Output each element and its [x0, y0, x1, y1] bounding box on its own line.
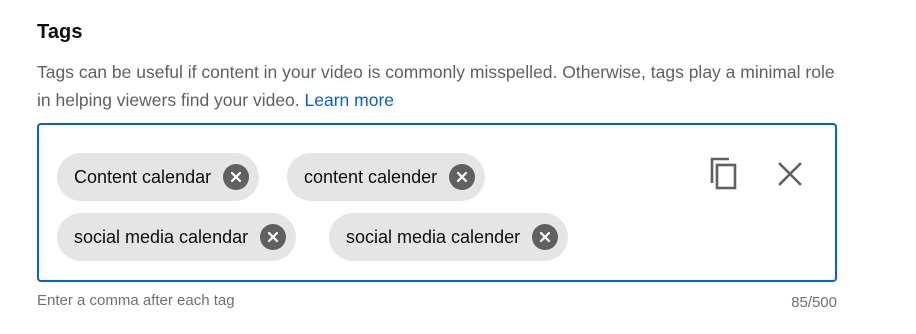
copy-tags-button[interactable] [704, 156, 744, 196]
character-counter: 85/500 [791, 294, 837, 311]
section-description: Tags can be useful if content in your vi… [37, 58, 841, 114]
clear-all-icon [778, 161, 802, 191]
tag-chip-label: social media calender [346, 226, 521, 247]
remove-tag-icon[interactable] [223, 164, 250, 190]
learn-more-link[interactable]: Learn more [305, 90, 395, 110]
tag-chip-label: Content calendar [74, 166, 212, 187]
tag-chip: content calender [287, 153, 486, 201]
tag-chip: Content calendar [57, 153, 260, 201]
remove-tag-icon[interactable] [260, 224, 287, 250]
section-title: Tags [37, 21, 83, 43]
clear-tags-button[interactable] [770, 156, 810, 196]
tag-chip: social media calendar [57, 213, 297, 261]
tags-input-box[interactable]: Content calendar content calender social… [37, 123, 837, 282]
tag-chip: social media calender [329, 213, 569, 261]
helper-text: Enter a comma after each tag [37, 292, 235, 309]
remove-tag-icon[interactable] [449, 164, 476, 190]
tag-chip-label: social media calendar [74, 226, 249, 247]
tag-chip-label: content calender [304, 166, 438, 187]
remove-tag-icon[interactable] [532, 224, 559, 250]
description-text: Tags can be useful if content in your vi… [37, 62, 835, 110]
copy-icon [707, 156, 741, 197]
